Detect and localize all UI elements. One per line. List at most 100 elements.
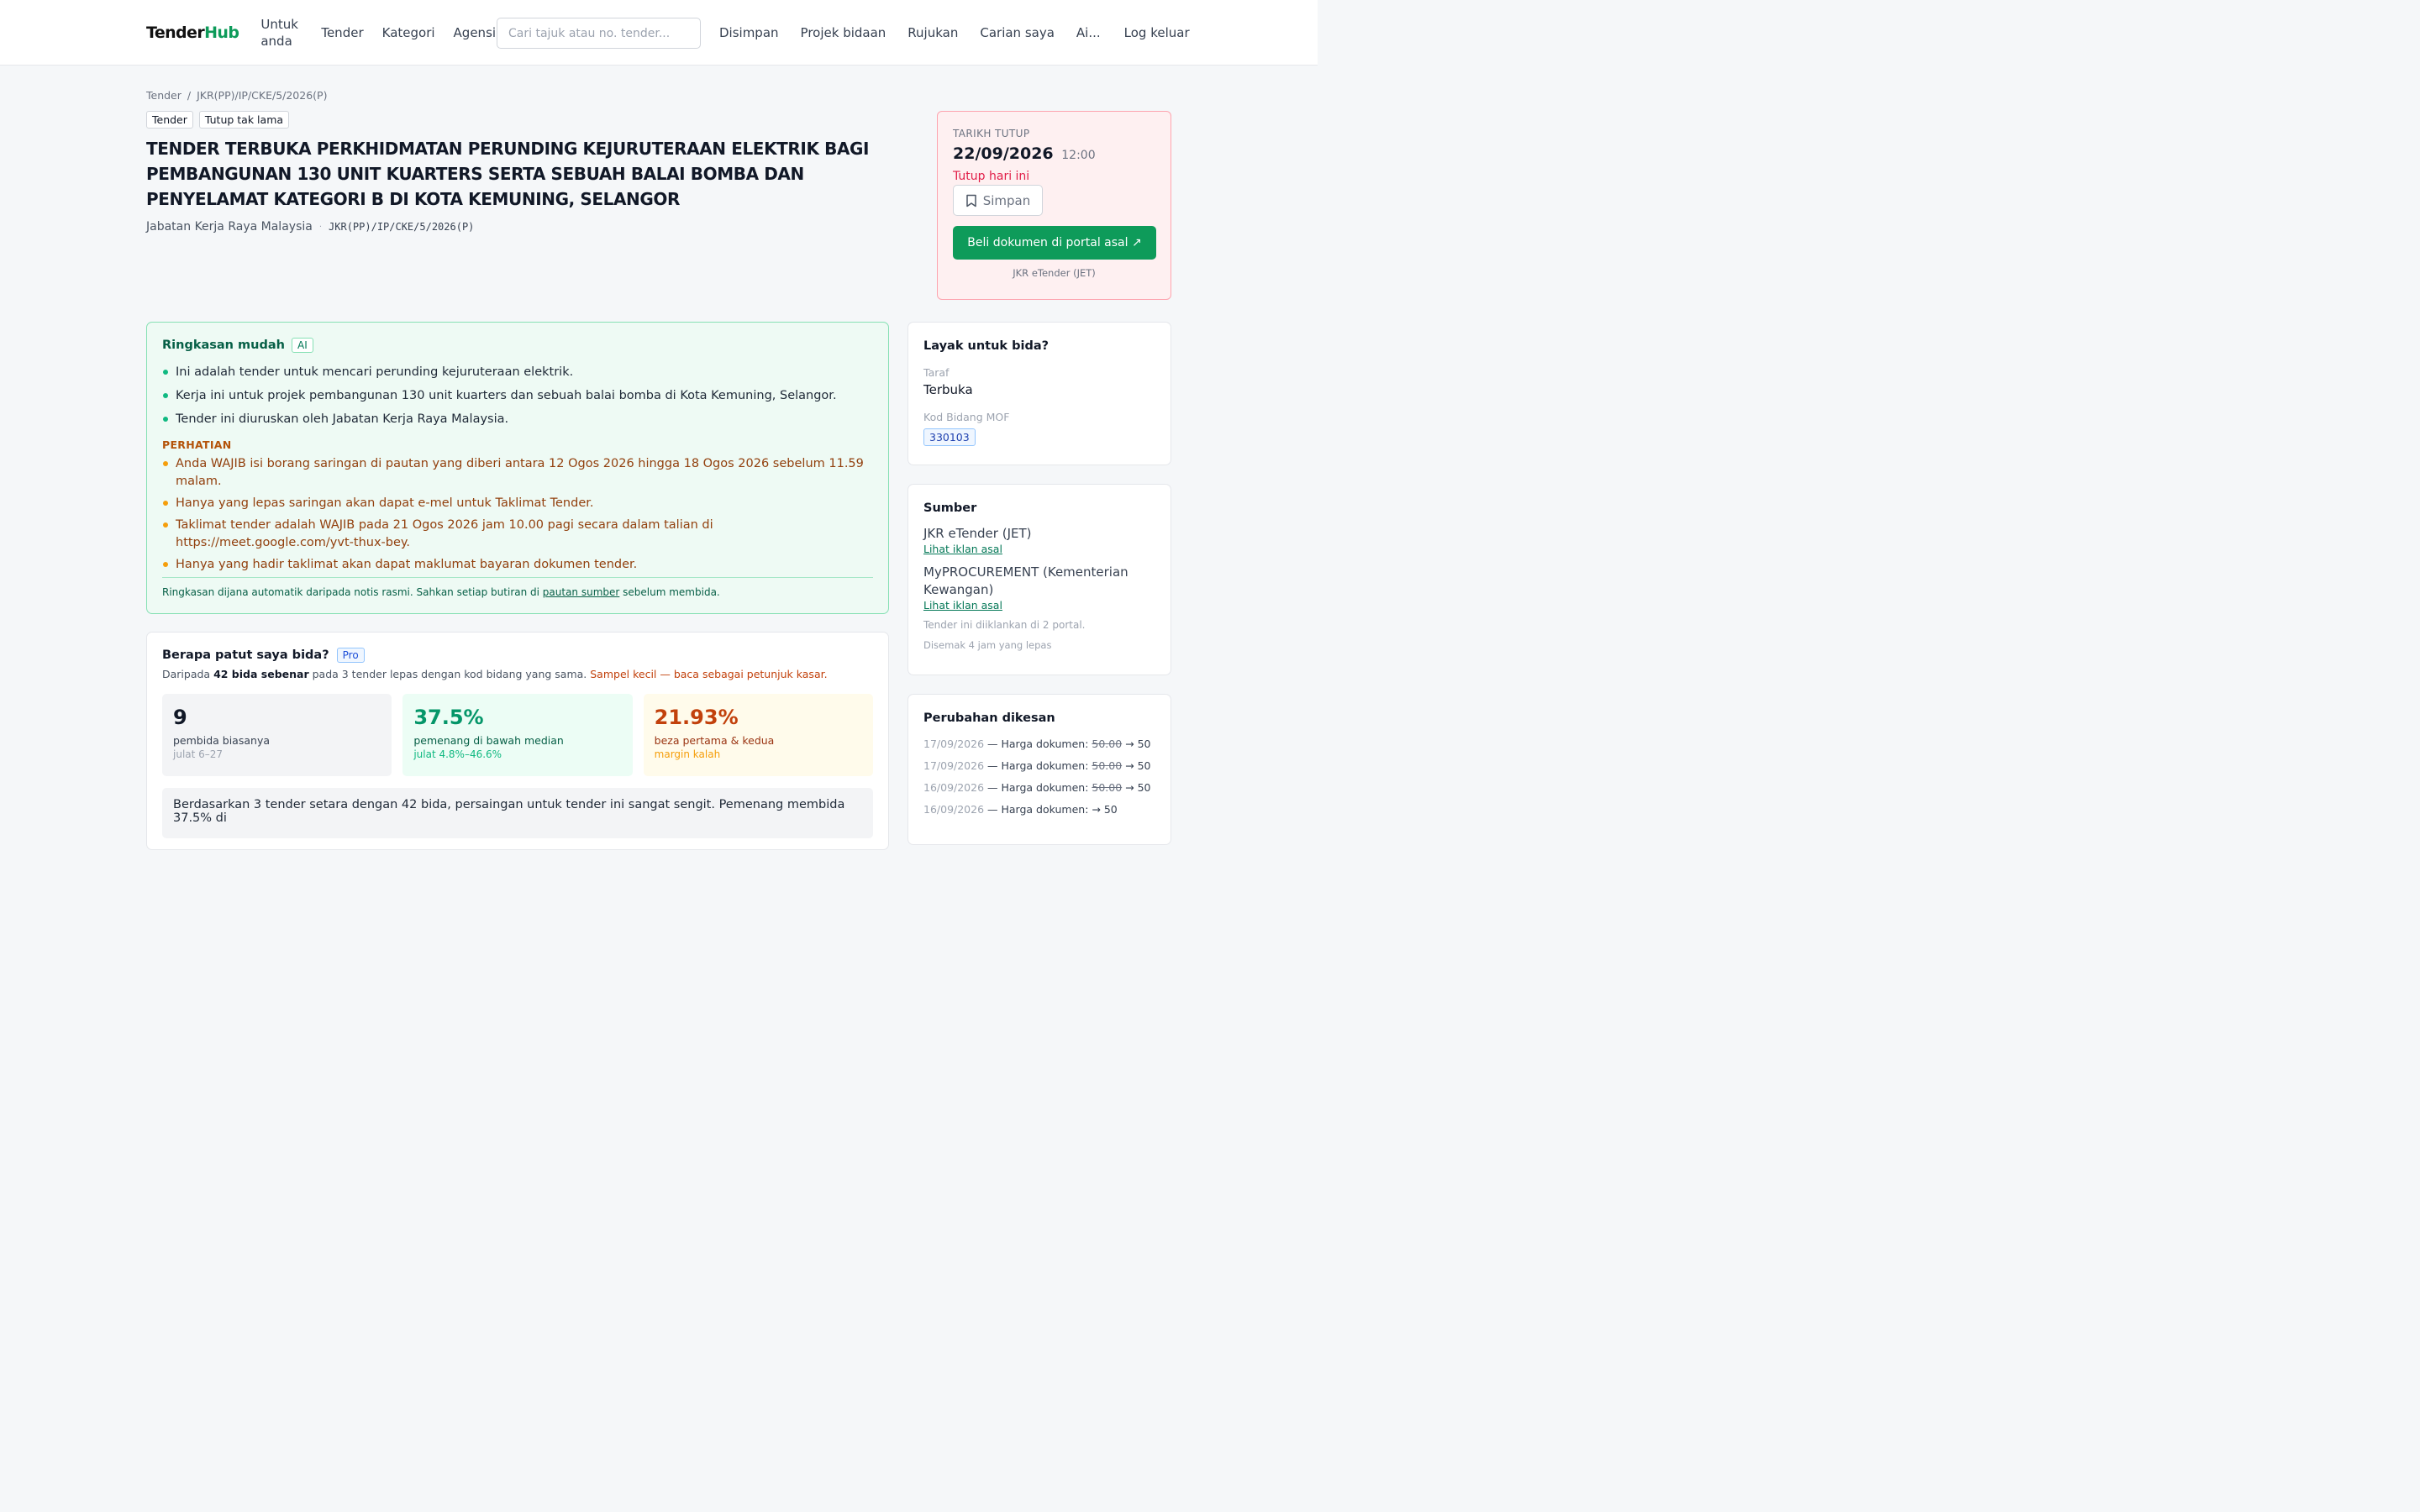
stat-bidders: 9 pembida biasanya julat 6–27 (162, 694, 392, 776)
nav-tender[interactable]: Tender (321, 25, 363, 40)
summary-disclaimer: Ringkasan dijana automatik daripada noti… (162, 577, 873, 598)
disclaimer-text: Ringkasan dijana automatik daripada noti… (162, 586, 543, 598)
mof-label: Kod Bidang MOF (923, 411, 1010, 423)
page-title: TENDER TERBUKA PERKHIDMATAN PERUNDING KE… (146, 139, 870, 209)
agency-name[interactable]: Jabatan Kerja Raya Malaysia (146, 220, 313, 234)
primary-nav: Untuk anda Tender Kategori Agensi (260, 16, 496, 50)
bid-desc-part: Daripada (162, 668, 214, 680)
change-old-value: 50.00 (1092, 759, 1123, 772)
nav-bid-projects[interactable]: Projek bidaan (801, 25, 886, 40)
top-navbar: TenderHub Untuk anda Tender Kategori Age… (0, 0, 1318, 66)
save-button[interactable]: Simpan (953, 185, 1043, 216)
change-text: — Harga dokumen: (984, 738, 1092, 750)
ai-badge: AI (291, 338, 313, 353)
source-name: JKR eTender (JET) (923, 526, 1032, 541)
change-date: 16/09/2026 (923, 803, 985, 816)
change-new-value: → 50 (1122, 781, 1151, 794)
bid-explanation: Berdasarkan 3 tender setara dengan 42 bi… (162, 788, 873, 838)
warning-point: Taklimat tender adalah WAJIB pada 21 Ogo… (162, 517, 873, 552)
eligibility-title: Layak untuk bida? (923, 339, 1050, 353)
bookmark-icon (965, 194, 976, 207)
sources-checked: Disemak 4 jam yang lepas (923, 639, 1052, 651)
nav-saved[interactable]: Disimpan (719, 25, 779, 40)
bid-stats: 9 pembida biasanya julat 6–27 37.5% peme… (162, 694, 873, 776)
change-text: — Harga dokumen: (984, 781, 1092, 794)
disclaimer-text-end: sebelum membida. (619, 586, 720, 598)
level-label: Taraf (923, 366, 950, 379)
tender-meta: Jabatan Kerja Raya Malaysia · JKR(PP)/IP… (146, 220, 474, 234)
nav-ai[interactable]: Ai... (1076, 25, 1101, 40)
changes-card: Perubahan dikesan 17/09/2026 — Harga dok… (908, 694, 1171, 845)
warning-point: Hanya yang lepas saringan akan dapat e-m… (162, 495, 873, 512)
change-item: 16/09/2026 — Harga dokumen: 50.00 → 50 (923, 777, 1155, 799)
change-old-value: 50.00 (1092, 738, 1123, 750)
sources-title: Sumber (923, 501, 977, 515)
changes-title: Perubahan dikesan (923, 711, 1055, 725)
stat-value: 21.93% (654, 706, 739, 729)
closing-status: Tutup hari ini (953, 170, 1030, 183)
closing-time: 12:00 (1061, 149, 1096, 162)
bid-desc-count: 42 bida sebenar (213, 668, 309, 680)
view-original-link[interactable]: Lihat iklan asal (923, 599, 1155, 612)
summary-point: Kerja ini untuk projek pembangunan 130 u… (162, 387, 873, 404)
breadcrumb-root[interactable]: Tender (146, 89, 182, 102)
stat-value: 9 (173, 706, 187, 729)
logo[interactable]: TenderHub (146, 24, 239, 42)
breadcrumb: Tender / JKR(PP)/IP/CKE/5/2026(P) (146, 89, 327, 102)
change-item: 16/09/2026 — Harga dokumen: → 50 (923, 799, 1155, 821)
change-item: 17/09/2026 — Harga dokumen: 50.00 → 50 (923, 733, 1155, 755)
nav-for-you[interactable]: Untuk anda (260, 16, 302, 50)
change-text: — Harga dokumen: (984, 759, 1092, 772)
stat-sub: margin kalah (654, 748, 721, 760)
save-button-label: Simpan (982, 192, 1031, 208)
summary-heading: Ringkasan mudah AI (162, 338, 873, 353)
nav-agency[interactable]: Agensi (454, 25, 497, 40)
closing-date-value: 22/09/2026 (953, 144, 1054, 163)
tag-closing-soon: Tutup tak lama (198, 111, 290, 129)
eligibility-card: Layak untuk bida? Taraf Terbuka Kod Bida… (908, 322, 1171, 465)
change-new-value: → 50 (1122, 759, 1151, 772)
mof-code-badge[interactable]: 330103 (923, 428, 976, 446)
warning-point: Anda WAJIB isi borang saringan di pautan… (162, 455, 873, 491)
pro-badge: Pro (336, 648, 365, 663)
search-input[interactable] (497, 18, 701, 49)
bid-title: Berapa patut saya bida? (162, 648, 329, 662)
tender-ref: JKR(PP)/IP/CKE/5/2026(P) (329, 221, 475, 233)
nav-referrals[interactable]: Rujukan (908, 25, 958, 40)
source-portal-label: JKR eTender (JET) (1013, 267, 1096, 279)
summary-point: Tender ini diuruskan oleh Jabatan Kerja … (162, 411, 873, 428)
change-new-value: → 50 (1122, 738, 1151, 750)
stat-margin: 21.93% beza pertama & kedua margin kalah (643, 694, 873, 776)
source-name: MyPROCUREMENT (Kementerian Kewangan) (923, 564, 1128, 597)
view-original-link[interactable]: Lihat iklan asal (923, 543, 1155, 555)
warning-point: Hanya yang hadir taklimat akan dapat mak… (162, 556, 873, 574)
stat-sub: julat 6–27 (173, 748, 224, 760)
closing-label: TARIKH TUTUP (953, 128, 1030, 139)
ai-summary-card: Ringkasan mudah AI Ini adalah tender untu… (146, 322, 889, 614)
nav-category[interactable]: Kategori (382, 25, 435, 40)
secondary-nav: Disimpan Projek bidaan Rujukan Carian sa… (719, 0, 1190, 66)
logout-link[interactable]: Log keluar (1124, 25, 1190, 40)
tender-tags: Tender Tutup tak lama (146, 111, 290, 129)
change-date: 17/09/2026 (923, 759, 985, 772)
level-value: Terbuka (923, 382, 973, 397)
changes-list: 17/09/2026 — Harga dokumen: 50.00 → 50 1… (923, 733, 1155, 821)
summary-points: Ini adalah tender untuk mencari perundin… (162, 364, 873, 428)
change-item: 17/09/2026 — Harga dokumen: 50.00 → 50 (923, 755, 1155, 777)
warning-points: Anda WAJIB isi borang saringan di pautan… (162, 455, 873, 574)
closing-date-card: TARIKH TUTUP 22/09/2026 12:00 Tutup hari… (937, 111, 1171, 300)
bid-advice-card: Berapa patut saya bida? Pro Daripada 42 b… (146, 632, 889, 850)
bid-description: Daripada 42 bida sebenar pada 3 tender l… (162, 668, 873, 680)
sources-note: Tender ini diiklankan di 2 portal. (923, 619, 1086, 631)
bid-caution: Sampel kecil — baca sebagai petunjuk kas… (590, 668, 828, 680)
closing-date: 22/09/2026 12:00 (953, 144, 1155, 163)
tag-type: Tender (146, 111, 193, 129)
stat-below-median: 37.5% pemenang di bawah median julat 4.8… (402, 694, 633, 776)
buy-document-button[interactable]: Beli dokumen di portal asal ↗ (953, 226, 1156, 260)
stat-label: beza pertama & kedua (654, 734, 775, 747)
summary-point: Ini adalah tender untuk mencari perundin… (162, 364, 873, 381)
nav-my-searches[interactable]: Carian saya (980, 25, 1055, 40)
source-link[interactable]: pautan sumber (543, 586, 620, 598)
breadcrumb-current: JKR(PP)/IP/CKE/5/2026(P) (197, 89, 328, 102)
change-text: — Harga dokumen: (984, 803, 1092, 816)
